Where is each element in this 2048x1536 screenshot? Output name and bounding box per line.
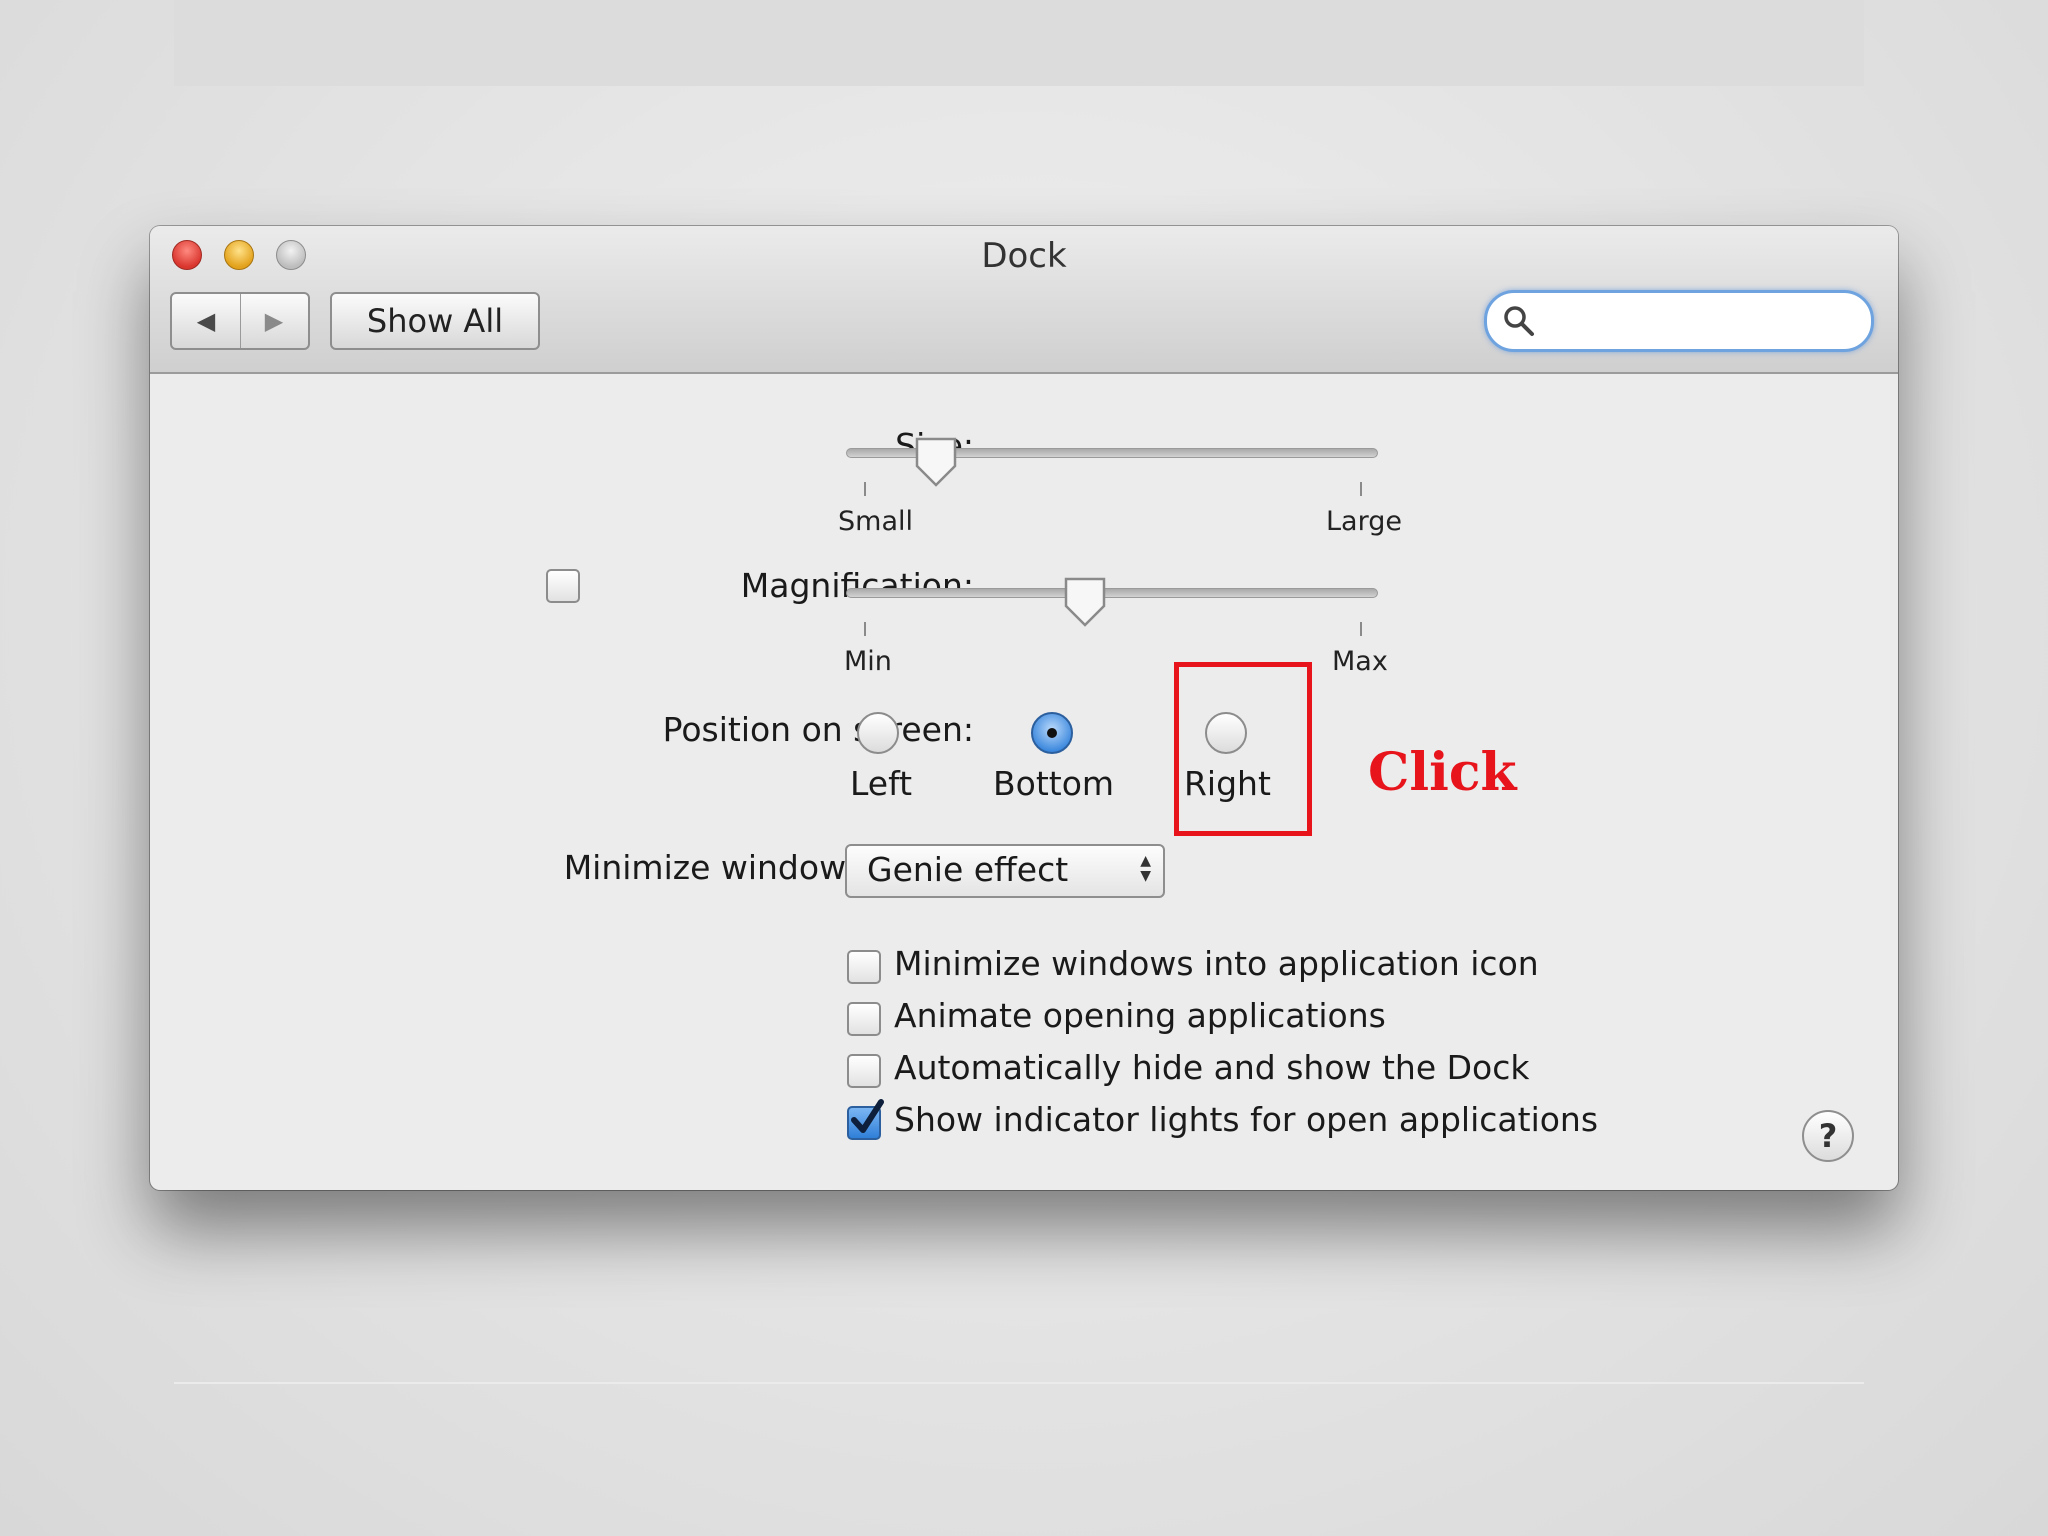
magnification-slider-track[interactable] xyxy=(846,588,1378,598)
animate-opening-checkbox[interactable] xyxy=(847,1002,881,1036)
size-slider-thumb[interactable] xyxy=(913,436,959,488)
position-left-label: Left xyxy=(850,764,913,803)
magnification-max-label: Max xyxy=(1332,646,1388,677)
minimize-into-icon-checkbox[interactable] xyxy=(847,950,881,984)
minimize-effect-popup[interactable]: Genie effect ▲ ▼ xyxy=(845,844,1165,898)
magnification-label: Magnification: xyxy=(740,566,974,605)
help-button[interactable]: ? xyxy=(1802,1110,1854,1162)
magnification-checkbox[interactable] xyxy=(546,569,580,603)
checkmark-icon xyxy=(851,1099,884,1133)
size-label: Size: xyxy=(550,426,974,465)
back-button[interactable]: ◀ xyxy=(172,294,241,348)
back-arrow-icon: ◀ xyxy=(196,307,216,335)
radio-selected-dot xyxy=(1047,728,1057,738)
position-left-radio[interactable] xyxy=(857,712,899,754)
search-field[interactable] xyxy=(1484,290,1874,352)
forward-button[interactable]: ▶ xyxy=(240,294,308,348)
forward-arrow-icon: ▶ xyxy=(264,307,284,335)
popup-arrows-icon: ▲ ▼ xyxy=(1140,853,1151,884)
titlebar: Dock ◀ ▶ Show All xyxy=(150,226,1898,374)
indicator-lights-checkbox[interactable] xyxy=(847,1099,884,1140)
click-highlight-box xyxy=(1174,662,1312,836)
magnification-min-label: Min xyxy=(844,646,892,677)
bottom-divider xyxy=(174,1382,1864,1384)
size-max-label: Large xyxy=(1326,506,1402,537)
click-annotation: Click xyxy=(1368,742,1517,803)
minimize-into-icon-label: Minimize windows into application icon xyxy=(894,944,1539,983)
show-all-button[interactable]: Show All xyxy=(330,292,540,350)
magnification-slider-thumb[interactable] xyxy=(1062,576,1108,628)
size-tick-max xyxy=(1360,482,1362,496)
search-icon xyxy=(1504,306,1534,336)
back-forward-buttons: ◀ ▶ xyxy=(170,292,310,350)
top-banner xyxy=(174,0,1864,86)
size-min-label: Small xyxy=(838,506,913,537)
magnification-tick-min xyxy=(864,622,866,636)
autohide-dock-checkbox[interactable] xyxy=(847,1054,881,1088)
position-bottom-radio[interactable] xyxy=(1031,712,1073,754)
animate-opening-label: Animate opening applications xyxy=(894,996,1386,1035)
minimize-effect-value: Genie effect xyxy=(867,850,1069,889)
indicator-lights-label: Show indicator lights for open applicati… xyxy=(894,1100,1599,1139)
size-tick-min xyxy=(864,482,866,496)
dock-preferences-window: Dock ◀ ▶ Show All Size: Small Large Magn… xyxy=(150,226,1898,1190)
magnification-tick-max xyxy=(1360,622,1362,636)
window-title: Dock xyxy=(981,236,1067,276)
position-bottom-label: Bottom xyxy=(993,764,1115,803)
autohide-dock-label: Automatically hide and show the Dock xyxy=(894,1048,1530,1087)
